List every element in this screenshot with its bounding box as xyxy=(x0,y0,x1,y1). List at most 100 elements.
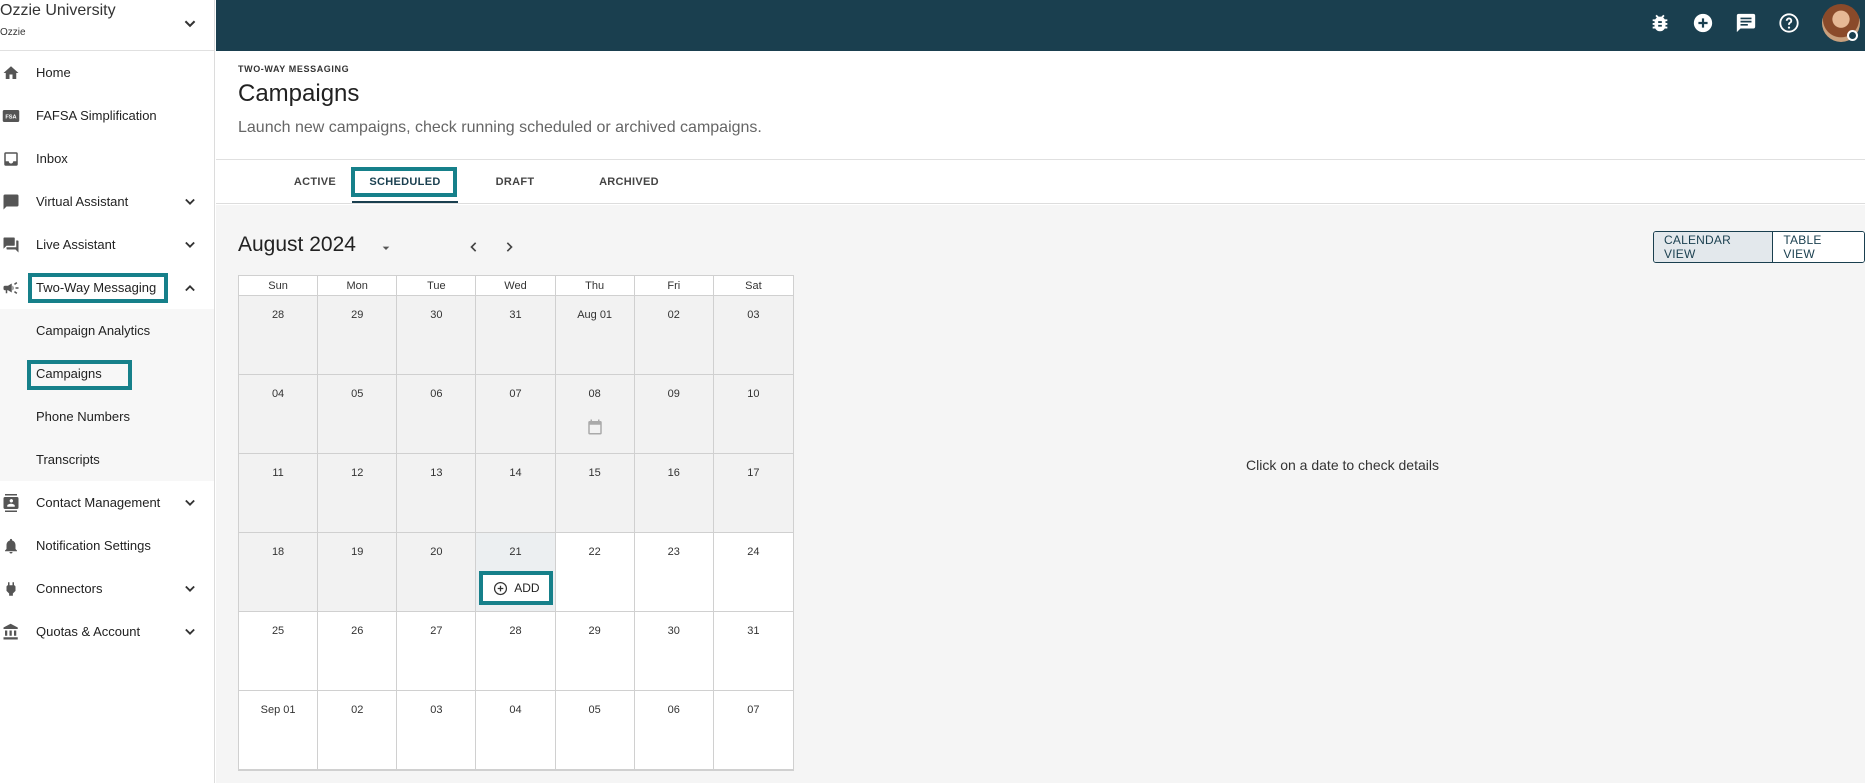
calendar-day[interactable]: 08 xyxy=(555,375,635,454)
calendar-day[interactable]: 07 xyxy=(713,691,793,770)
calendar-day[interactable]: 29 xyxy=(318,296,398,375)
caret-down-icon[interactable] xyxy=(378,240,394,256)
sidebar: Ozzie University Ozzie Home FSA FAFSA Si… xyxy=(0,0,215,783)
add-circle-icon[interactable] xyxy=(1692,12,1714,34)
calendar-day[interactable]: 06 xyxy=(634,691,714,770)
calendar-day[interactable]: 19 xyxy=(318,533,398,612)
sidebar-item-quotas-account[interactable]: Quotas & Account xyxy=(0,610,214,653)
add-button-label: ADD xyxy=(514,581,540,595)
calendar-days: 28 29 30 31 Aug 01 02 03 04 05 06 07 08 … xyxy=(239,296,793,770)
calendar-day[interactable]: 11 xyxy=(239,454,319,533)
bug-icon[interactable] xyxy=(1649,12,1671,34)
day-number: 25 xyxy=(271,625,285,637)
sidebar-item-virtual-assistant[interactable]: Virtual Assistant xyxy=(0,180,214,223)
chevron-right-icon[interactable] xyxy=(499,237,519,257)
page-description: Launch new campaigns, check running sche… xyxy=(238,119,762,136)
sidebar-item-notification-settings[interactable]: Notification Settings xyxy=(0,524,214,567)
chevron-down-icon[interactable] xyxy=(180,192,200,212)
calendar-day[interactable]: 30 xyxy=(397,296,477,375)
sidebar-item-campaign-analytics[interactable]: Campaign Analytics xyxy=(0,309,214,352)
plug-icon xyxy=(1,579,21,599)
sidebar-item-label: Virtual Assistant xyxy=(36,194,129,209)
calendar-day[interactable]: 10 xyxy=(713,375,793,454)
calendar-day[interactable]: 17 xyxy=(713,454,793,533)
month-label[interactable]: August 2024 xyxy=(238,233,356,257)
calendar-day[interactable]: 03 xyxy=(713,296,793,375)
tab-archived[interactable]: ARCHIVED xyxy=(572,160,686,204)
calendar-day[interactable]: 09 xyxy=(634,375,714,454)
calendar-day[interactable]: 18 xyxy=(239,533,319,612)
chevron-down-icon[interactable] xyxy=(180,235,200,255)
calendar-day[interactable]: 29 xyxy=(555,612,635,691)
help-icon[interactable] xyxy=(1778,12,1800,34)
calendar-day[interactable]: 12 xyxy=(318,454,398,533)
calendar-day[interactable]: 27 xyxy=(397,612,477,691)
calendar-view-button[interactable]: CALENDAR VIEW xyxy=(1654,232,1774,262)
message-icon[interactable] xyxy=(1735,12,1757,34)
calendar-day[interactable]: 03 xyxy=(397,691,477,770)
calendar-day[interactable]: 05 xyxy=(318,375,398,454)
tab-draft[interactable]: DRAFT xyxy=(464,160,566,204)
chevron-left-icon[interactable] xyxy=(464,237,484,257)
sidebar-item-inbox[interactable]: Inbox xyxy=(0,137,214,180)
calendar-day[interactable]: 07 xyxy=(476,375,556,454)
calendar-day[interactable]: 15 xyxy=(555,454,635,533)
sidebar-item-fafsa[interactable]: FSA FAFSA Simplification xyxy=(0,94,214,137)
calendar-day[interactable]: 26 xyxy=(318,612,398,691)
chevron-down-icon[interactable] xyxy=(180,622,200,642)
sidebar-item-phone-numbers[interactable]: Phone Numbers xyxy=(0,395,214,438)
sidebar-item-transcripts[interactable]: Transcripts xyxy=(0,438,214,481)
calendar-day[interactable]: 02 xyxy=(634,296,714,375)
calendar-day[interactable]: 23 xyxy=(634,533,714,612)
day-number: Sep 01 xyxy=(260,704,296,716)
sidebar-item-home[interactable]: Home xyxy=(0,51,214,94)
add-campaign-button[interactable]: ADD xyxy=(479,571,554,605)
table-view-button[interactable]: TABLE VIEW xyxy=(1773,232,1864,262)
calendar-day[interactable]: 14 xyxy=(476,454,556,533)
calendar-day[interactable]: 05 xyxy=(555,691,635,770)
calendar-day[interactable]: 31 xyxy=(713,612,793,691)
calendar-day-today[interactable]: 21 ADD xyxy=(476,533,556,612)
day-number: 08 xyxy=(588,388,601,400)
sidebar-item-label: Connectors xyxy=(36,581,103,596)
calendar-day[interactable]: 06 xyxy=(397,375,477,454)
org-switcher[interactable]: Ozzie University Ozzie xyxy=(0,0,214,51)
sidebar-item-contact-management[interactable]: Contact Management xyxy=(0,481,214,524)
calendar-day[interactable]: 04 xyxy=(239,375,319,454)
chevron-down-icon[interactable] xyxy=(180,493,200,513)
campaign-tabs: ACTIVE SCHEDULED DRAFT ARCHIVED xyxy=(216,160,1865,204)
sidebar-item-connectors[interactable]: Connectors xyxy=(0,567,214,610)
chevron-up-icon[interactable] xyxy=(180,278,200,298)
calendar-icon[interactable] xyxy=(586,418,604,436)
calendar-day[interactable]: 28 xyxy=(476,612,556,691)
calendar-day[interactable]: 24 xyxy=(713,533,793,612)
sidebar-nav: Home FSA FAFSA Simplification Inbox Virt… xyxy=(0,51,214,653)
calendar-day[interactable]: 30 xyxy=(634,612,714,691)
chat-bubble-icon xyxy=(1,192,21,212)
org-name: Ozzie University xyxy=(0,2,116,19)
calendar-day[interactable]: Aug 01 xyxy=(555,296,635,375)
calendar-day[interactable]: 02 xyxy=(318,691,398,770)
forum-icon xyxy=(1,235,21,255)
sidebar-item-label: Notification Settings xyxy=(36,538,151,553)
calendar-day[interactable]: 16 xyxy=(634,454,714,533)
sidebar-item-campaigns[interactable]: Campaigns xyxy=(0,352,214,395)
weekday-label: Wed xyxy=(476,276,556,295)
calendar-day[interactable]: 20 xyxy=(397,533,477,612)
chevron-down-icon[interactable] xyxy=(179,13,201,35)
calendar-day[interactable]: 31 xyxy=(476,296,556,375)
calendar-day[interactable]: 22 xyxy=(555,533,635,612)
calendar-day[interactable]: 28 xyxy=(239,296,319,375)
calendar-day[interactable]: Sep 01 xyxy=(239,691,319,770)
day-number: 27 xyxy=(430,625,443,637)
chevron-down-icon[interactable] xyxy=(180,579,200,599)
day-number: 06 xyxy=(430,388,443,400)
calendar-day[interactable]: 25 xyxy=(239,612,319,691)
sidebar-item-two-way-messaging[interactable]: Two-Way Messaging xyxy=(0,266,214,309)
active-tab-indicator xyxy=(352,201,458,203)
main-content: August 2024 CALENDAR VIEW TABLE VIEW Sun… xyxy=(216,205,1865,783)
calendar-day[interactable]: 13 xyxy=(397,454,477,533)
page-header: TWO-WAY MESSAGING Campaigns Launch new c… xyxy=(216,51,1865,160)
sidebar-item-live-assistant[interactable]: Live Assistant xyxy=(0,223,214,266)
calendar-day[interactable]: 04 xyxy=(476,691,556,770)
